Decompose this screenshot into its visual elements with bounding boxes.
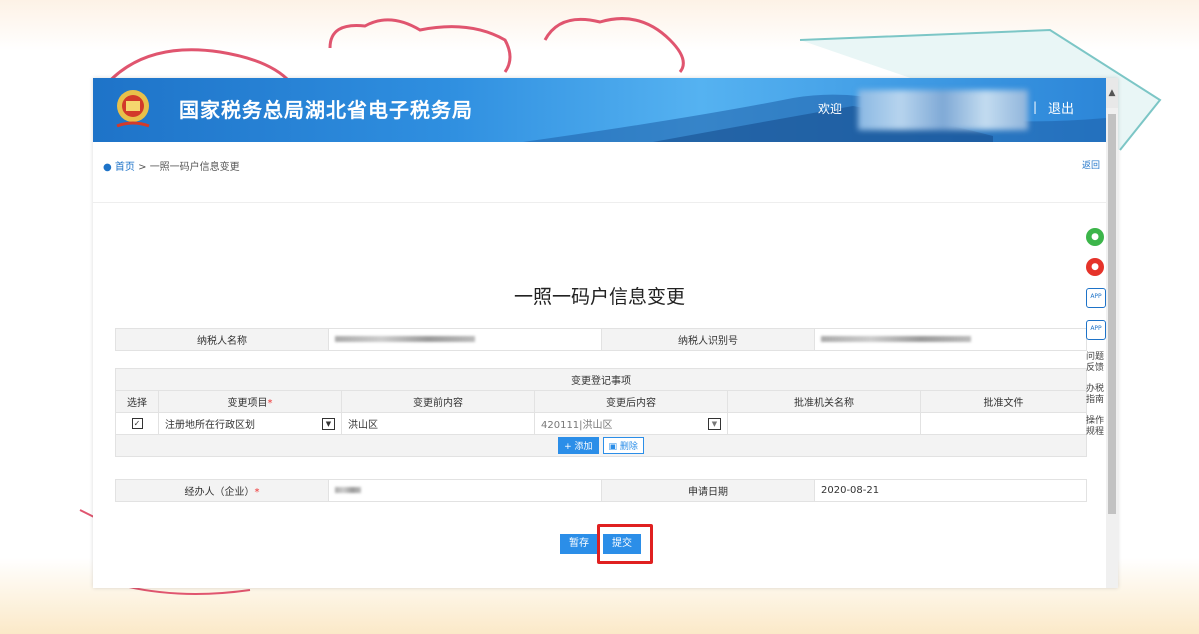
wechat-icon[interactable]: ● [1086, 228, 1104, 246]
agent-info-table: 经办人（企业）* 申请日期 2020-08-21 [115, 479, 1087, 502]
weibo-icon[interactable]: ● [1086, 258, 1104, 276]
trash-icon: ▣ [608, 442, 620, 452]
apply-date-value[interactable]: 2020-08-21 [814, 479, 1087, 502]
table-row: ✓ 注册地所在行政区划 ▼ 洪山区 420111|洪山区 ▼ [115, 412, 1087, 435]
site-title: 国家税务总局湖北省电子税务局 [179, 98, 473, 122]
col-select: 选择 [115, 390, 159, 413]
select-cell: ✓ [115, 412, 159, 435]
logout-link[interactable]: 退出 [1048, 98, 1074, 117]
row-actions: + 添加 ▣ 删除 [115, 434, 1087, 457]
scroll-up-arrow-icon[interactable]: ▲ [1106, 78, 1118, 108]
col-before: 变更前内容 [341, 390, 535, 413]
breadcrumb-arrow: > [138, 162, 147, 173]
app-icon[interactable]: APP [1086, 288, 1106, 308]
required-mark: * [254, 487, 260, 498]
change-item-value: 注册地所在行政区划 [165, 420, 255, 431]
approval-doc-input[interactable] [920, 412, 1087, 435]
section-title: 变更登记事项 [115, 368, 1087, 391]
site-banner: 国家税务总局湖北省电子税务局 欢迎 | 退出 [93, 78, 1106, 142]
required-mark: * [267, 398, 273, 409]
breadcrumb-current: 一照一码户信息变更 [149, 162, 240, 173]
change-items-table: 变更登记事项 选择 变更项目* 变更前内容 变更后内容 批准机关名称 批准文件 … [115, 368, 1087, 457]
approval-org-input[interactable] [727, 412, 921, 435]
form-title: 一照一码户信息变更 [513, 286, 685, 308]
delete-row-button[interactable]: ▣ 删除 [602, 437, 644, 454]
delete-label: 删除 [619, 442, 638, 452]
save-draft-button[interactable]: 暂存 [560, 534, 598, 554]
breadcrumb: ● 首页 > 一照一码户信息变更 [103, 158, 240, 173]
apply-date-label: 申请日期 [601, 479, 815, 502]
change-item-select[interactable]: 注册地所在行政区划 ▼ [158, 412, 342, 435]
add-row-button[interactable]: + 添加 [558, 437, 599, 454]
taxpayer-id-label: 纳税人识别号 [601, 328, 815, 351]
col-change-item-label: 变更项目 [227, 398, 268, 409]
welcome-text: 欢迎 [818, 102, 843, 116]
col-change-item: 变更项目* [158, 390, 342, 413]
rules-link[interactable]: 操作规程 [1086, 416, 1110, 438]
guide-link[interactable]: 办税指南 [1086, 384, 1110, 406]
app-icon[interactable]: APP [1086, 320, 1106, 340]
browser-window: 国家税务总局湖北省电子税务局 欢迎 | 退出 ▲ ● 首页 > 一照一码户信息变… [93, 78, 1118, 588]
feedback-link[interactable]: 问题反馈 [1086, 352, 1110, 374]
breadcrumb-home[interactable]: 首页 [115, 162, 135, 173]
plus-icon: + [564, 442, 575, 452]
after-content-select[interactable]: 420111|洪山区 ▼ [534, 412, 728, 435]
location-pin-icon: ● [103, 162, 112, 173]
national-tax-emblem-icon [116, 90, 150, 128]
agent-label: 经办人（企业）* [115, 479, 329, 502]
col-approval-doc: 批准文件 [920, 390, 1087, 413]
row-checkbox[interactable]: ✓ [131, 418, 143, 429]
back-link[interactable]: 返回 [1082, 158, 1100, 171]
after-content-value: 420111|洪山区 [541, 420, 613, 431]
col-approval-org: 批准机关名称 [727, 390, 921, 413]
before-content: 洪山区 [341, 412, 535, 435]
taxpayer-name-value [328, 328, 602, 351]
chevron-down-icon[interactable]: ▼ [322, 417, 335, 430]
breadcrumb-bar: ● 首页 > 一照一码户信息变更 返回 [93, 142, 1106, 203]
taxpayer-name-label: 纳税人名称 [115, 328, 329, 351]
add-label: 添加 [574, 442, 593, 452]
header-separator: | [1033, 100, 1038, 114]
taxpayer-info-table: 纳税人名称 纳税人识别号 [115, 328, 1087, 351]
agent-input[interactable] [328, 479, 602, 502]
taxpayer-id-value [814, 328, 1087, 351]
side-toolbar: ● ● APP APP 问题反馈 办税指南 操作规程 [1086, 228, 1110, 448]
submit-highlight-box [597, 524, 653, 564]
blurred-username [858, 90, 1028, 130]
chevron-down-icon[interactable]: ▼ [708, 417, 721, 430]
col-after: 变更后内容 [534, 390, 728, 413]
agent-label-text: 经办人（企业） [184, 487, 255, 498]
